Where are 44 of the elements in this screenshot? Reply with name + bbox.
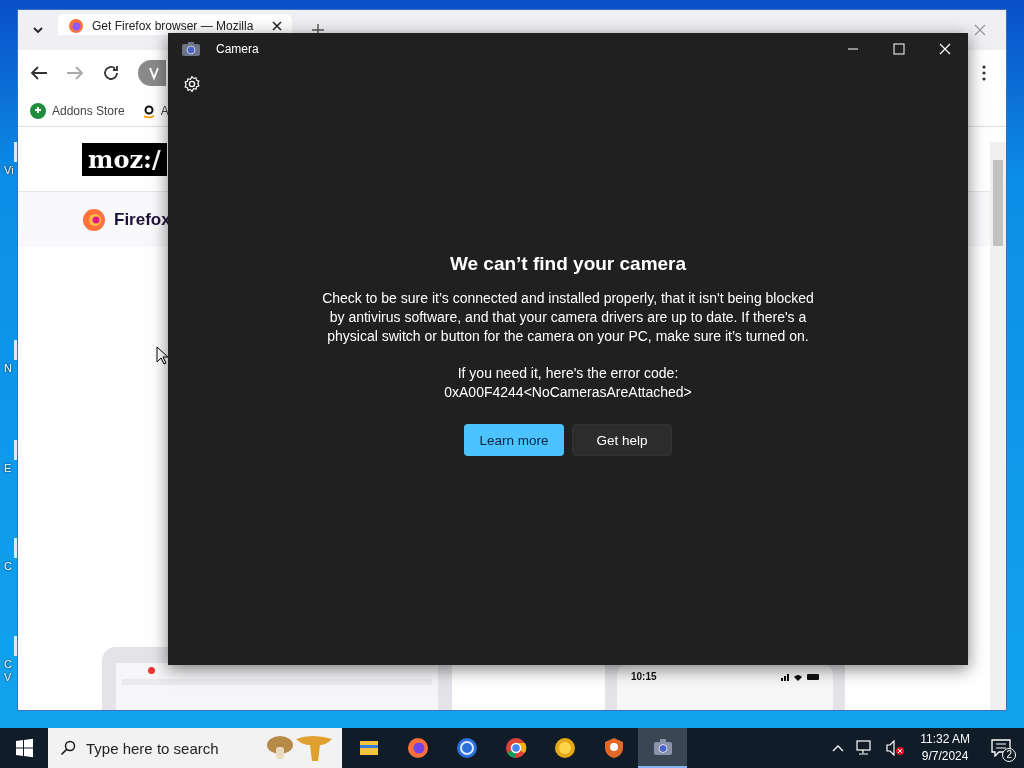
- status-icons: [781, 672, 819, 681]
- back-arrow-icon[interactable]: [30, 65, 48, 81]
- notification-button[interactable]: 2: [978, 728, 1024, 768]
- mouse-cursor-icon: [156, 346, 168, 365]
- letter-logo-icon: [142, 103, 155, 119]
- more-menu-icon[interactable]: [982, 65, 986, 81]
- tab-title: Get Firefox browser — Mozilla: [92, 18, 255, 33]
- error-heading: We can’t find your camera: [449, 253, 687, 275]
- learn-more-button[interactable]: Learn more: [464, 424, 564, 456]
- bookmark-item[interactable]: A: [142, 103, 169, 119]
- chevron-down-icon[interactable]: [32, 24, 44, 36]
- chrome-icon: [503, 736, 528, 760]
- bookmark-item[interactable]: Addons Store: [30, 103, 125, 119]
- ring-icon: [454, 736, 479, 760]
- coin-icon: [552, 736, 577, 760]
- search-bar[interactable]: Type here to search: [48, 728, 342, 768]
- notification-count: 2: [1002, 748, 1016, 762]
- camera-icon: [182, 42, 200, 56]
- firefox-icon: [68, 17, 84, 34]
- search-input[interactable]: Type here to search: [84, 738, 258, 758]
- message-icon: [991, 739, 1011, 757]
- puzzle-icon: [30, 103, 46, 119]
- speaker-muted-icon[interactable]: [886, 740, 907, 756]
- firefox-icon: [405, 736, 430, 760]
- error-message: Check to be sure it’s connected and installed properly, that it isn't being blocked by antivirus software, and that your camera drivers are up to date. If there's a physical switch or button for the camera on your PC, make sure it’s turned on.: [321, 289, 815, 346]
- phone-clock: 10:15: [631, 671, 657, 682]
- search-icon: [60, 740, 76, 756]
- reload-icon[interactable]: [102, 64, 120, 82]
- pill-icon[interactable]: [138, 60, 166, 86]
- error-code: 0xA00F4244<NoCamerasAreAttached>: [443, 383, 693, 402]
- close-icon[interactable]: [272, 20, 282, 31]
- firefox-logo-icon[interactable]: [82, 207, 106, 232]
- error-code-intro: If you need it, here's the error code:: [456, 364, 680, 383]
- scrollbar[interactable]: [990, 142, 1006, 710]
- settings-icon[interactable]: [183, 75, 201, 93]
- get-help-button[interactable]: Get help: [572, 424, 672, 456]
- scrollbar-thumb[interactable]: [993, 160, 1003, 246]
- mozilla-logo[interactable]: moz:/: [82, 142, 167, 176]
- clock[interactable]: 11:32 AM 9/7/2024: [912, 731, 978, 765]
- window-title: Camera: [216, 42, 259, 56]
- chevron-up-icon[interactable]: [832, 744, 845, 752]
- desktop-icon-label[interactable]: Vi: [4, 164, 14, 177]
- mushroom-icon: [266, 733, 334, 763]
- browser-tab[interactable]: Get Firefox browser — Mozilla: [58, 14, 292, 35]
